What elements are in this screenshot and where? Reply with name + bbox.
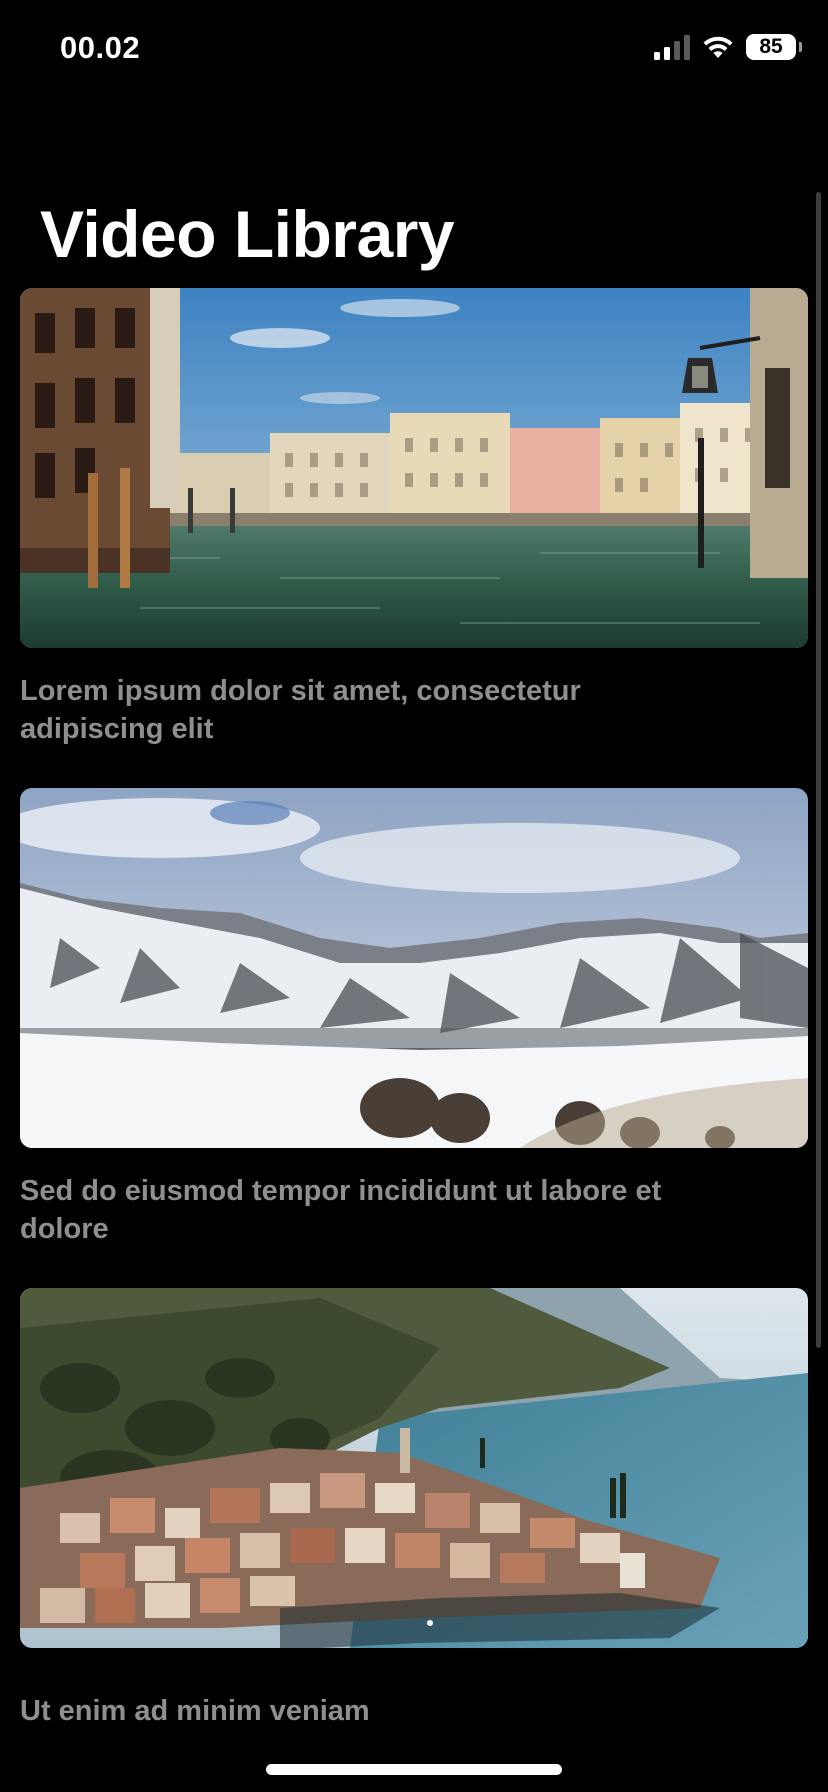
scroll-indicator[interactable] [816, 192, 821, 1348]
video-item[interactable]: Lorem ipsum dolor sit amet, consectetur … [20, 288, 808, 788]
video-item[interactable]: Sed do eiusmod tempor incididunt ut labo… [20, 788, 808, 1288]
status-time: 00.02 [60, 30, 141, 65]
video-list[interactable]: Lorem ipsum dolor sit amet, consectetur … [20, 288, 808, 1748]
battery-level: 85 [759, 35, 783, 58]
battery-icon: 85 [746, 34, 802, 60]
video-caption[interactable]: Sed do eiusmod tempor incididunt ut labo… [20, 1172, 720, 1248]
cellular-signal-icon [654, 34, 690, 60]
status-bar: 00.02 85 [0, 0, 828, 100]
page-title: Video Library [40, 197, 455, 271]
video-caption[interactable]: Ut enim ad minim veniam [20, 1692, 720, 1730]
video-item[interactable]: Ut enim ad minim veniam [20, 1288, 808, 1748]
home-indicator[interactable] [266, 1764, 562, 1775]
wifi-icon [703, 36, 733, 58]
video-thumbnail-snowy-mountains[interactable] [20, 788, 808, 1148]
video-thumbnail-lakeside-village[interactable] [20, 1288, 808, 1648]
video-caption[interactable]: Lorem ipsum dolor sit amet, consectetur … [20, 672, 720, 748]
video-thumbnail-venice-canal[interactable] [20, 288, 808, 648]
status-icons: 85 [654, 34, 802, 60]
